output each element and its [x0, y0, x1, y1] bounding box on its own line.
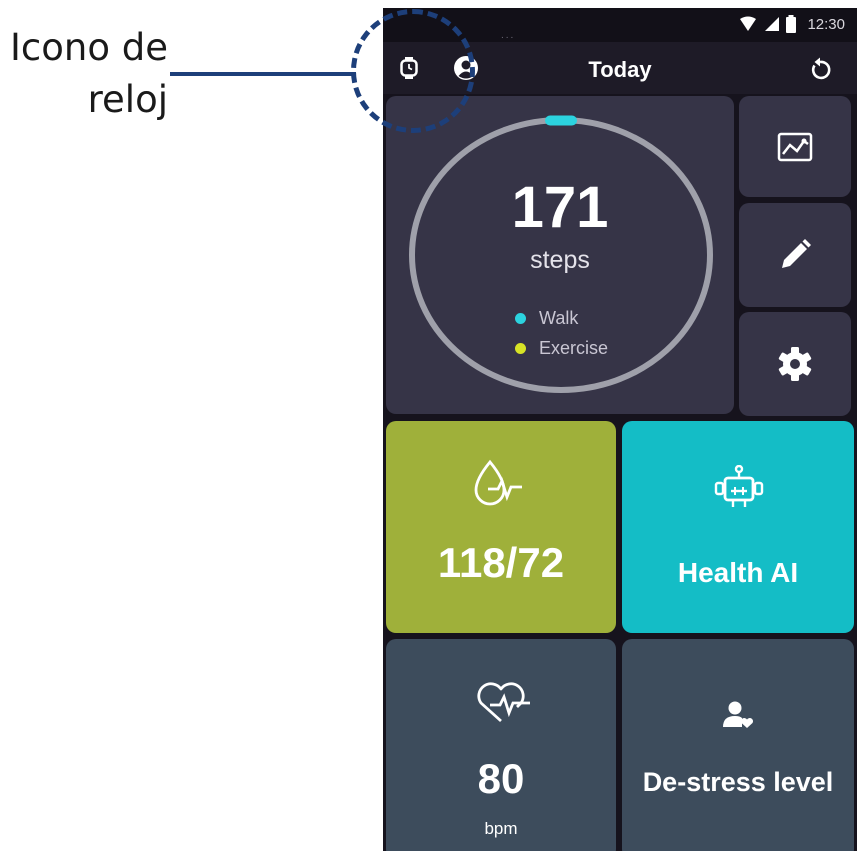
blood-drop-pulse-icon: [474, 459, 522, 506]
status-time: 12:30: [807, 15, 845, 33]
annotation-pointer-line: [170, 72, 356, 76]
annotation-line-2: reloj: [87, 78, 168, 121]
chart-button[interactable]: [739, 96, 851, 197]
status-notification-dots: ...: [501, 30, 516, 41]
battery-icon: [786, 15, 797, 33]
health-ai-card[interactable]: Health AI: [622, 421, 854, 633]
heart-rate-card[interactable]: 80 bpm: [386, 639, 616, 851]
heart-rate-value: 80: [477, 755, 525, 802]
heart-rate-unit: bpm: [484, 819, 518, 838]
blood-pressure-value: 118/72: [437, 539, 565, 586]
destress-card[interactable]: De-stress level: [622, 639, 854, 851]
refresh-icon[interactable]: [805, 54, 835, 84]
gear-icon: [778, 347, 812, 381]
phone-screen: ... 12:30 Today 171 steps Walk Exercise …: [383, 8, 857, 851]
health-ai-label: Health AI: [677, 557, 799, 588]
steps-unit: steps: [530, 246, 590, 274]
annotation-line-1: Icono de: [10, 26, 168, 69]
robot-icon: [714, 465, 764, 507]
pencil-icon: [782, 239, 811, 268]
heart-pulse-icon: [477, 682, 530, 723]
annotation-label: Icono de reloj: [0, 22, 168, 126]
steps-card[interactable]: 171 steps Walk Exercise: [386, 96, 734, 414]
person-heart-icon: [723, 701, 754, 728]
settings-button[interactable]: [739, 312, 851, 416]
blood-pressure-card[interactable]: 118/72: [386, 421, 616, 633]
legend-exercise-label: Exercise: [539, 338, 609, 358]
legend-walk-label: Walk: [539, 308, 579, 328]
edit-button[interactable]: [739, 203, 851, 307]
steps-count: 171: [511, 175, 609, 240]
wifi-icon: [740, 16, 757, 31]
legend-walk: Walk: [515, 308, 578, 329]
signal-icon: [765, 17, 780, 31]
legend-exercise-dot: [515, 343, 526, 354]
destress-label: De-stress level: [642, 767, 834, 797]
legend-exercise: Exercise: [515, 338, 608, 359]
chart-icon: [777, 132, 813, 161]
legend-walk-dot: [515, 313, 526, 324]
annotation-highlight-circle: [351, 9, 475, 133]
